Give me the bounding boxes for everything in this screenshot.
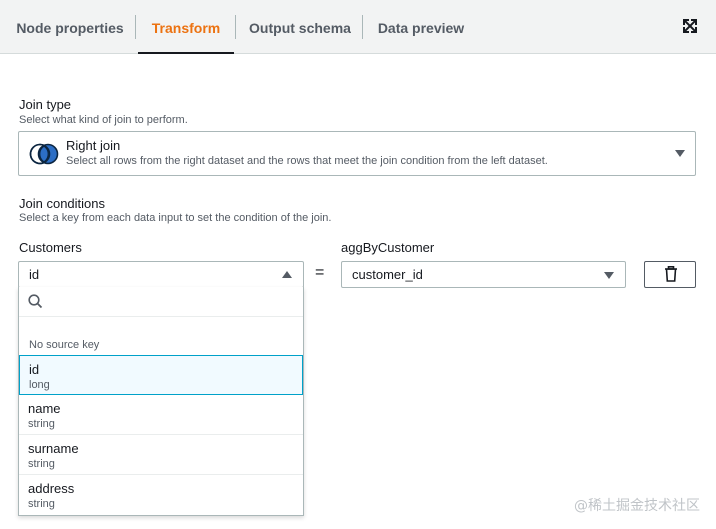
option-address[interactable]: address string bbox=[19, 475, 303, 515]
expand-icon[interactable] bbox=[682, 18, 698, 34]
option-type: string bbox=[28, 418, 55, 430]
join-type-value: Right join bbox=[66, 138, 121, 153]
option-name: surname bbox=[28, 441, 79, 456]
chevron-down-icon bbox=[604, 272, 614, 279]
join-type-select[interactable]: Right join Select all rows from the righ… bbox=[18, 131, 696, 176]
left-key-label: Customers bbox=[19, 240, 82, 255]
option-id[interactable]: id long bbox=[19, 355, 303, 395]
option-name: id bbox=[29, 362, 40, 377]
chevron-down-icon bbox=[675, 150, 685, 157]
group-label: No source key bbox=[29, 339, 100, 351]
watermark: @稀土掘金技术社区 bbox=[574, 498, 700, 514]
search-input[interactable] bbox=[49, 291, 294, 313]
right-key-value: customer_id bbox=[352, 267, 423, 282]
right-key-select[interactable]: customer_id bbox=[341, 261, 626, 288]
join-conditions-description: Select a key from each data input to set… bbox=[19, 212, 332, 224]
left-key-dropdown: No source key id long name string surnam… bbox=[18, 287, 304, 516]
tab-node-properties[interactable]: Node properties bbox=[6, 0, 134, 54]
join-type-label: Join type bbox=[19, 97, 72, 112]
left-key-value: id bbox=[29, 267, 40, 282]
option-type: string bbox=[28, 498, 55, 510]
tab-output-schema[interactable]: Output schema bbox=[240, 0, 360, 54]
tab-data-preview[interactable]: Data preview bbox=[370, 0, 472, 54]
option-name: address bbox=[28, 481, 75, 496]
join-type-description: Select what kind of join to perform. bbox=[19, 114, 188, 126]
join-conditions-label: Join conditions bbox=[19, 196, 105, 211]
option-name-field[interactable]: name string bbox=[19, 395, 303, 435]
tab-transform[interactable]: Transform bbox=[138, 0, 234, 54]
search-icon bbox=[28, 294, 43, 309]
equals-operator: = bbox=[315, 264, 325, 281]
tab-divider bbox=[362, 15, 363, 39]
remove-condition-button[interactable] bbox=[644, 261, 696, 288]
tab-divider bbox=[235, 15, 236, 39]
dropdown-search bbox=[19, 287, 303, 317]
option-type: long bbox=[29, 379, 50, 391]
right-key-label: aggByCustomer bbox=[341, 240, 435, 255]
trash-icon bbox=[665, 266, 677, 282]
option-type: string bbox=[28, 458, 55, 470]
tab-bar: Node properties Transform Output schema … bbox=[0, 0, 716, 54]
tab-divider bbox=[135, 15, 136, 39]
option-surname[interactable]: surname string bbox=[19, 435, 303, 475]
left-key-select[interactable]: id bbox=[18, 261, 304, 288]
right-join-venn-icon bbox=[29, 143, 59, 165]
chevron-up-icon bbox=[282, 271, 292, 278]
option-name: name bbox=[28, 401, 61, 416]
join-type-value-description: Select all rows from the right dataset a… bbox=[66, 155, 548, 167]
